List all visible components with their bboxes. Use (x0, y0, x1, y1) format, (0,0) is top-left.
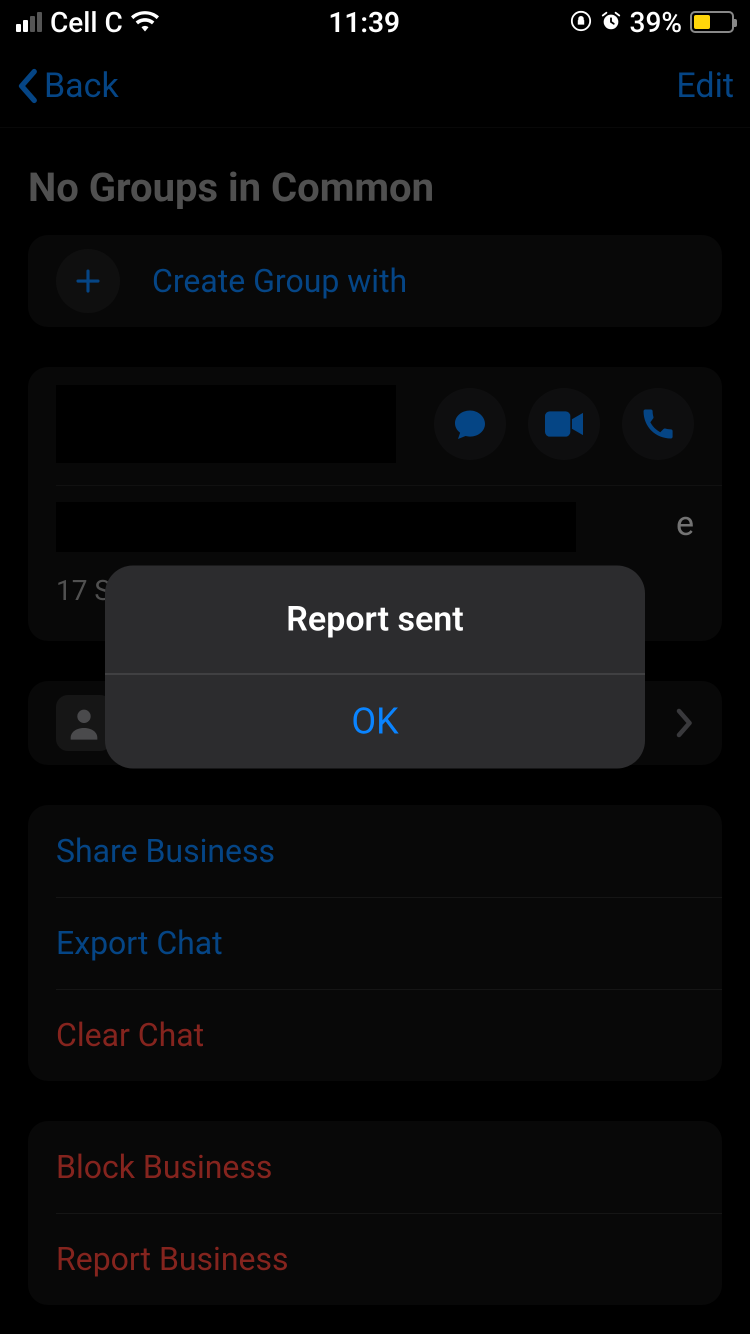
carrier-label: Cell C (50, 6, 123, 39)
status-time: 11:39 (328, 6, 400, 39)
edit-button[interactable]: Edit (676, 66, 734, 106)
video-icon (545, 410, 583, 438)
alert-ok-button[interactable]: OK (105, 675, 645, 769)
orientation-lock-icon (570, 6, 592, 39)
share-business-row[interactable]: Share Business (28, 805, 722, 897)
battery-percent: 39% (630, 6, 682, 39)
section-header: No Groups in Common (0, 128, 750, 235)
clear-chat-label: Clear Chat (56, 1016, 204, 1054)
chevron-left-icon (16, 68, 38, 104)
signal-icon (16, 12, 42, 32)
plus-icon (56, 249, 120, 313)
report-business-label: Report Business (56, 1240, 288, 1278)
message-button[interactable] (434, 388, 506, 460)
status-right: 39% (570, 6, 734, 39)
danger-actions-card: Block Business Report Business (28, 1121, 722, 1305)
create-group-row[interactable]: Create Group with (28, 235, 722, 327)
share-business-label: Share Business (56, 832, 275, 870)
nav-title-redacted (206, 58, 590, 114)
battery-icon (690, 11, 734, 33)
block-business-label: Block Business (56, 1148, 272, 1186)
export-chat-label: Export Chat (56, 924, 223, 962)
voice-call-button[interactable] (622, 388, 694, 460)
person-circle-icon (56, 695, 112, 751)
chevron-right-icon (676, 708, 694, 738)
clear-chat-row[interactable]: Clear Chat (28, 989, 722, 1081)
export-chat-row[interactable]: Export Chat (28, 897, 722, 989)
phone-icon (641, 407, 675, 441)
status-bar: Cell C 11:39 39% (0, 0, 750, 44)
back-label: Back (44, 66, 119, 106)
contact-name-redacted (56, 385, 396, 463)
report-business-row[interactable]: Report Business (28, 1213, 722, 1305)
chat-bubble-icon (452, 406, 488, 442)
alert-dialog: Report sent OK (105, 566, 645, 769)
alarm-icon (600, 6, 622, 39)
block-business-row[interactable]: Block Business (28, 1121, 722, 1213)
video-call-button[interactable] (528, 388, 600, 460)
contact-subtitle-redacted (56, 502, 576, 552)
back-button[interactable]: Back (16, 66, 119, 106)
chat-actions-card: Share Business Export Chat Clear Chat (28, 805, 722, 1081)
contact-subtitle-fragment: e (676, 504, 694, 544)
create-group-card: Create Group with (28, 235, 722, 327)
nav-bar: Back Edit (0, 44, 750, 128)
alert-title: Report sent (105, 566, 645, 674)
wifi-icon (131, 6, 159, 39)
contact-subtitle-row: e (28, 486, 722, 566)
status-left: Cell C (16, 6, 159, 39)
create-group-label: Create Group with (152, 262, 407, 300)
